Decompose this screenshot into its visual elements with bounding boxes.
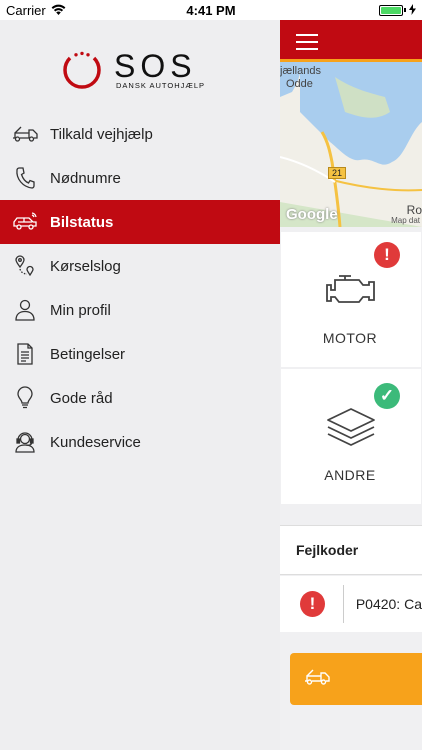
map-attribution: Map dat [391, 216, 420, 225]
status-bar: Carrier 4:41 PM [0, 0, 422, 20]
menu-item-label: Nødnumre [50, 169, 121, 187]
menu-item-label: Betingelser [50, 345, 126, 363]
menu-item-label: Bilstatus [50, 213, 114, 231]
fault-codes-header: Fejlkoder [280, 525, 422, 575]
carrier-label: Carrier [6, 2, 46, 18]
menu-item-label: Gode råd [50, 389, 113, 407]
hamburger-menu-icon[interactable] [296, 34, 318, 50]
map-place-label: Odde [286, 78, 313, 90]
map-view[interactable]: jællands Odde 21 Ro Google Map dat [280, 62, 422, 227]
side-drawer: SOS DANSK AUTOHJÆLP Tilkald vejhjælp Nød… [0, 20, 280, 750]
status-card-label: MOTOR [322, 330, 378, 346]
menu-item-korselslog[interactable]: Kørselslog [0, 244, 280, 288]
status-card-andre[interactable]: ✓ ANDRE [281, 369, 421, 504]
menu-item-label: Kundeservice [50, 433, 141, 451]
battery-indicator [379, 3, 416, 18]
phone-icon [12, 165, 38, 191]
sos-logo: SOS DANSK AUTOHJÆLP [62, 50, 205, 90]
bilstatus-screen: jællands Odde 21 Ro Google Map dat ! MOT… [280, 20, 422, 750]
tow-truck-icon [304, 668, 330, 691]
call-roadside-assistance-button[interactable] [290, 653, 422, 705]
error-badge-icon: ! [374, 242, 400, 268]
checkmark-badge-icon: ✓ [374, 383, 400, 409]
road-number-badge: 21 [328, 167, 347, 179]
map-place-label: jællands [280, 65, 321, 77]
logo-tagline: DANSK AUTOHJÆLP [116, 80, 206, 90]
menu-item-kundeservice[interactable]: Kundeservice [0, 420, 280, 464]
menu-item-bilstatus[interactable]: Bilstatus [0, 200, 280, 244]
tow-truck-icon [12, 121, 38, 147]
route-pin-icon [12, 253, 38, 279]
document-icon [12, 341, 38, 367]
status-card-label: ANDRE [324, 467, 376, 483]
layers-icon [325, 405, 377, 456]
menu-item-gode-raad[interactable]: Gode råd [0, 376, 280, 420]
status-card-motor[interactable]: ! MOTOR [281, 232, 421, 367]
menu-item-label: Kørselslog [50, 257, 121, 275]
fault-code-text: P0420: Ca [355, 596, 422, 612]
row-divider [342, 585, 344, 623]
menu-item-nodnumre[interactable]: Nødnumre [0, 156, 280, 200]
logo-ring-icon [62, 50, 102, 90]
error-icon: ! [300, 591, 325, 617]
logo-wordmark: SOS [114, 47, 197, 84]
lightbulb-icon [12, 385, 38, 411]
menu-item-min-profil[interactable]: Min profil [0, 288, 280, 332]
fault-codes-title: Fejlkoder [296, 542, 359, 558]
google-logo: Google [286, 206, 338, 223]
menu-item-label: Tilkald vejhjælp [50, 125, 153, 143]
nav-bar [280, 20, 422, 62]
drawer-menu: Tilkald vejhjælp Nødnumre Bilstatus Kørs… [0, 112, 280, 464]
battery-icon [379, 4, 403, 16]
engine-icon [325, 268, 377, 313]
charging-bolt-icon [409, 3, 416, 18]
menu-item-tilkald-vejhjaelp[interactable]: Tilkald vejhjælp [0, 112, 280, 156]
car-status-icon [12, 209, 38, 235]
person-icon [12, 297, 38, 323]
headset-icon [12, 429, 38, 455]
fault-code-row[interactable]: ! P0420: Ca [280, 576, 422, 632]
menu-item-betingelser[interactable]: Betingelser [0, 332, 280, 376]
menu-item-label: Min profil [50, 301, 111, 319]
map-place-label: Ro [406, 203, 422, 217]
wifi-icon [51, 3, 66, 18]
